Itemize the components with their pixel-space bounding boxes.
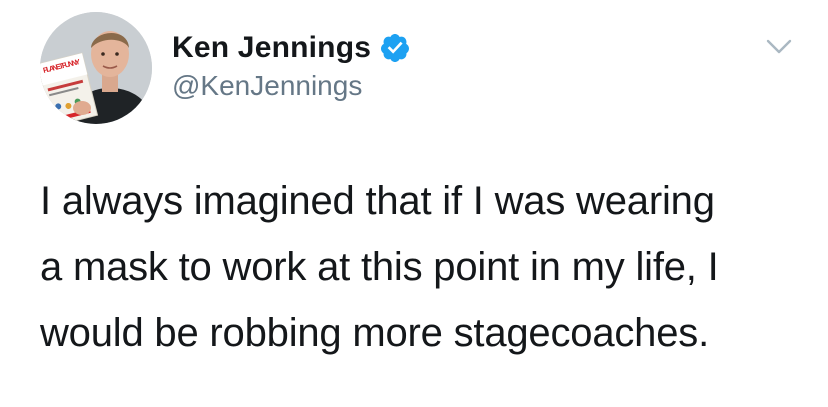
display-name[interactable]: Ken Jennings bbox=[172, 31, 371, 65]
avatar[interactable]: PLANET FUNNY bbox=[40, 12, 152, 124]
author-name-row[interactable]: Ken Jennings bbox=[172, 28, 411, 68]
profile-photo-icon: PLANET FUNNY bbox=[40, 12, 152, 124]
tweet-card: PLANET FUNNY Ken Jennings @KenJennings I… bbox=[0, 0, 828, 407]
author-handle[interactable]: @KenJennings bbox=[172, 70, 362, 102]
verified-badge-icon bbox=[379, 32, 411, 64]
chevron-down-icon[interactable] bbox=[766, 38, 792, 56]
tweet-text: I always imagined that if I was wearing … bbox=[40, 179, 719, 355]
